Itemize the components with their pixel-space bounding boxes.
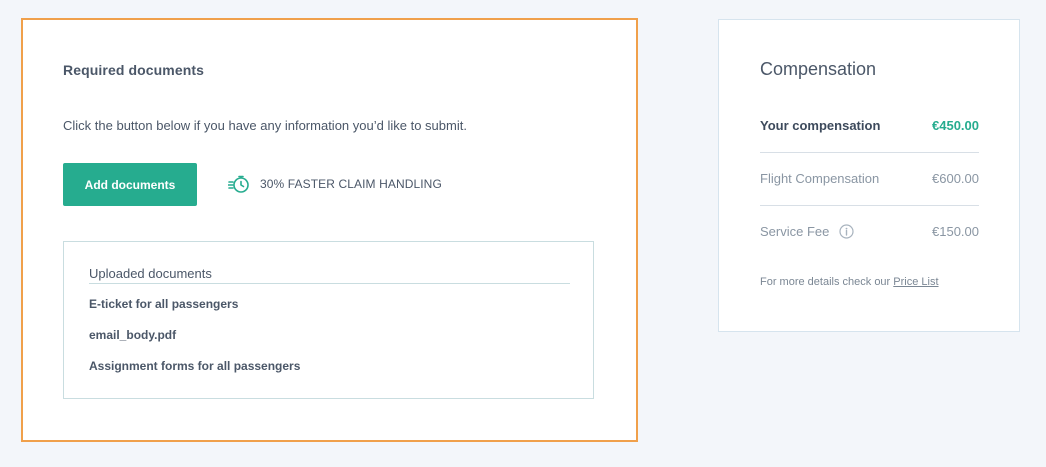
service-fee-label-wrap: Service Fee (760, 224, 854, 239)
add-documents-button[interactable]: Add documents (63, 163, 197, 206)
faster-handling-text: 30% FASTER CLAIM HANDLING (260, 177, 442, 191)
flight-compensation-value: €600.00 (932, 171, 979, 186)
service-fee-label: Service Fee (760, 224, 830, 239)
flight-compensation-label: Flight Compensation (760, 171, 880, 186)
your-compensation-row: Your compensation €450.00 (760, 99, 979, 153)
service-fee-row: Service Fee €150.00 (760, 205, 979, 258)
flight-compensation-row: Flight Compensation €600.00 (760, 152, 979, 206)
uploaded-document-item: E-ticket for all passengers (89, 297, 239, 311)
service-fee-value: €150.00 (932, 224, 979, 239)
uploaded-document-item: Assignment forms for all passengers (89, 359, 301, 373)
price-list-note: For more details check our Price List (760, 276, 939, 288)
your-compensation-label: Your compensation (760, 118, 881, 133)
your-compensation-value: €450.00 (932, 118, 979, 133)
page: Required documents Click the button belo… (0, 0, 1046, 467)
compensation-card: Compensation Your compensation €450.00 F… (718, 19, 1020, 332)
fast-stopwatch-icon (228, 174, 250, 194)
required-documents-title: Required documents (63, 62, 205, 78)
compensation-title: Compensation (760, 59, 877, 79)
required-documents-card: Required documents Click the button belo… (21, 18, 638, 442)
price-list-note-text: For more details check our (760, 276, 894, 288)
info-icon[interactable] (839, 224, 854, 239)
price-list-link[interactable]: Price List (893, 276, 938, 288)
uploaded-document-item: email_body.pdf (89, 328, 177, 342)
uploaded-documents-header: Uploaded documents (89, 266, 570, 284)
uploaded-documents-box: Uploaded documents E-ticket for all pass… (63, 241, 594, 399)
required-documents-description: Click the button below if you have any i… (63, 118, 467, 133)
faster-handling-badge: 30% FASTER CLAIM HANDLING (228, 172, 442, 196)
